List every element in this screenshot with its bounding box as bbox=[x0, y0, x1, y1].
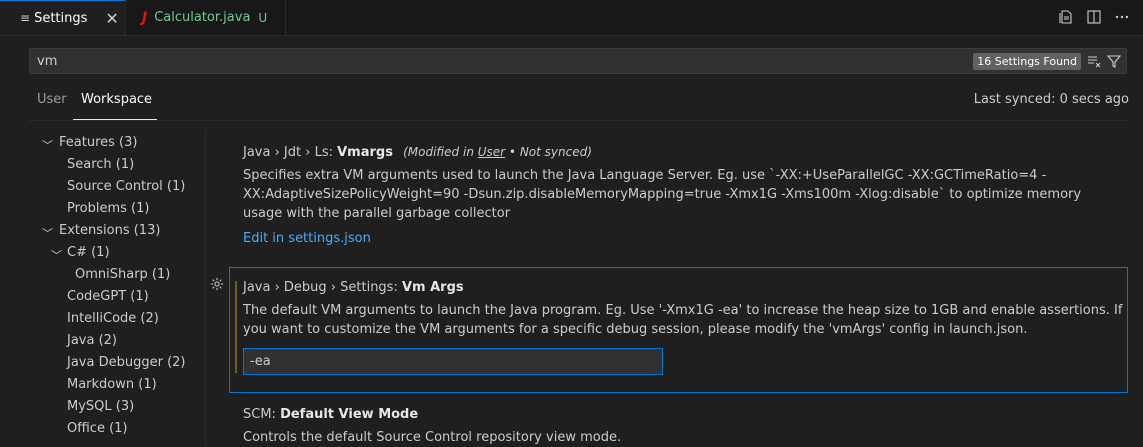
chevron-down-icon[interactable]: ﹀ bbox=[42, 225, 53, 241]
chevron-down-icon[interactable]: ﹀ bbox=[42, 137, 53, 153]
toc-item-intellicode[interactable]: IntelliCode (2) bbox=[67, 311, 159, 326]
tab-workspace-settings[interactable]: Workspace bbox=[81, 92, 152, 107]
scope-divider bbox=[29, 120, 1127, 121]
toc-item-extensions[interactable]: Extensions (13) bbox=[59, 223, 160, 238]
toc-divider bbox=[205, 131, 206, 446]
toc-item-java[interactable]: Java (2) bbox=[67, 333, 117, 348]
settings-search-input[interactable]: vm 16 Settings Found bbox=[29, 48, 1127, 74]
modified-bar bbox=[235, 281, 237, 373]
sync-status-text: • Not synced) bbox=[505, 145, 592, 159]
toc-item-search[interactable]: Search (1) bbox=[67, 157, 134, 172]
setting-description-debug-vmargs: The default VM arguments to launch the J… bbox=[243, 303, 1123, 337]
last-synced-status: Last synced: 0 secs ago bbox=[973, 92, 1129, 107]
editor-tab-bar: ≡ Settings ✕ J Calculator.java U bbox=[0, 0, 1143, 36]
toc-item-markdown[interactable]: Markdown (1) bbox=[67, 377, 157, 392]
setting-description-scm: Controls the default Source Control repo… bbox=[243, 430, 622, 445]
more-actions-icon[interactable] bbox=[1113, 8, 1131, 26]
edit-in-settings-json-link[interactable]: Edit in settings.json bbox=[243, 231, 371, 246]
setting-description-vmargs: Specifies extra VM arguments used to lau… bbox=[243, 168, 1082, 221]
toc-item-problems[interactable]: Problems (1) bbox=[67, 201, 149, 216]
tab-calculator-label: Calculator.java bbox=[154, 10, 251, 25]
setting-name: Vm Args bbox=[401, 280, 464, 295]
toc-item-mysql[interactable]: MySQL (3) bbox=[67, 399, 134, 414]
setting-name: Vmargs bbox=[337, 145, 393, 160]
setting-name: Default View Mode bbox=[280, 407, 419, 422]
close-icon[interactable]: ✕ bbox=[105, 9, 118, 28]
toc-item-csharp[interactable]: C# (1) bbox=[67, 245, 110, 260]
setting-title-scm: SCM: Default View Mode bbox=[243, 407, 418, 422]
vm-args-input[interactable]: -ea bbox=[243, 348, 663, 375]
open-settings-json-icon[interactable] bbox=[1057, 8, 1075, 26]
modified-in-user-link[interactable]: User bbox=[478, 145, 505, 159]
toc-item-source-control[interactable]: Source Control (1) bbox=[67, 179, 185, 194]
tab-calculator-java[interactable]: J Calculator.java U bbox=[126, 0, 286, 35]
gear-icon[interactable] bbox=[210, 277, 224, 295]
java-file-icon: J bbox=[142, 9, 148, 26]
search-value[interactable]: vm bbox=[37, 54, 57, 69]
modified-indicator: (Modified in User • Not synced) bbox=[403, 145, 592, 159]
toc-item-java-debugger[interactable]: Java Debugger (2) bbox=[67, 355, 186, 370]
split-editor-icon[interactable] bbox=[1085, 8, 1103, 26]
filter-icon[interactable] bbox=[1106, 53, 1122, 69]
setting-title-debug-vmargs: Java › Debug › Settings: Vm Args bbox=[243, 280, 464, 295]
setting-category: Java › Debug › Settings: bbox=[243, 280, 402, 295]
toc-item-codegpt[interactable]: CodeGPT (1) bbox=[67, 289, 149, 304]
tab-settings[interactable]: ≡ Settings ✕ bbox=[0, 0, 126, 35]
modified-text: (Modified in bbox=[403, 145, 478, 159]
toc-item-features[interactable]: Features (3) bbox=[59, 135, 137, 150]
setting-category: SCM: bbox=[243, 407, 281, 422]
setting-category: Java › Jdt › Ls: bbox=[243, 145, 338, 160]
clear-filter-list-icon[interactable] bbox=[1086, 53, 1102, 69]
tab-settings-label: Settings bbox=[34, 10, 88, 26]
toc-item-omnisharp[interactable]: OmniSharp (1) bbox=[75, 267, 170, 282]
editor-actions bbox=[1057, 8, 1131, 26]
tab-user-settings[interactable]: User bbox=[37, 92, 67, 107]
setting-title-vmargs: Java › Jdt › Ls: Vmargs (Modified in Use… bbox=[243, 145, 592, 160]
untracked-badge: U bbox=[258, 10, 268, 25]
settings-icon: ≡ bbox=[20, 11, 31, 25]
toc-item-office[interactable]: Office (1) bbox=[67, 421, 128, 436]
chevron-down-icon[interactable]: ﹀ bbox=[51, 247, 62, 263]
settings-found-badge: 16 Settings Found bbox=[973, 53, 1081, 70]
